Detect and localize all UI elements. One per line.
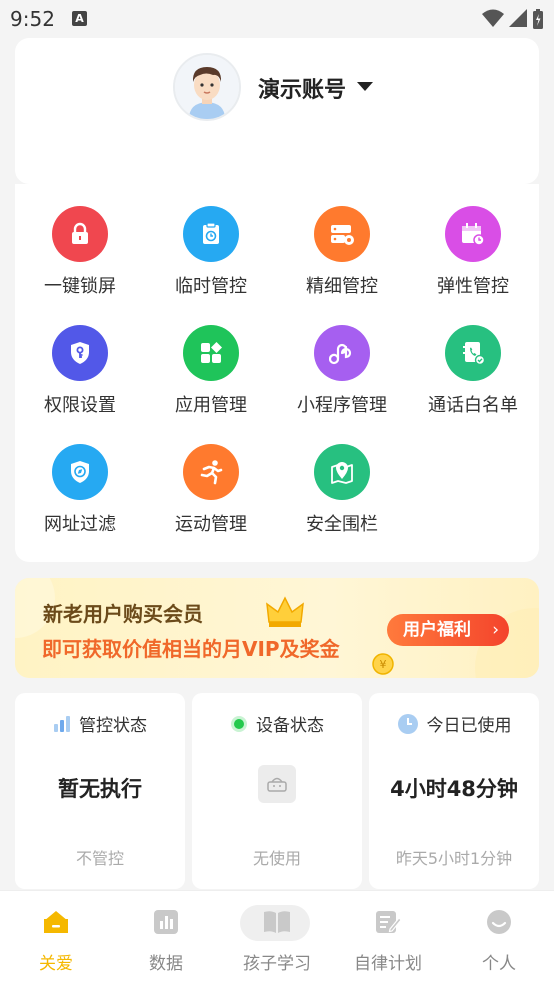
banner-title: 新老用户购买会员 [43,602,203,626]
control-status-card[interactable]: 管控状态 暂无执行 不管控 [15,693,185,889]
map-pin-icon [314,444,370,500]
status-time: 9:52 [10,7,55,31]
coin-icon: ¥ [372,653,394,675]
notification-icon: A [72,11,87,26]
stat-value: 暂无执行 [58,777,142,801]
smile-icon [483,907,515,937]
bottom-tab-bar: 关爱 数据 孩子学习 自律计划 个人 [0,890,554,984]
stat-sub: 无使用 [252,849,301,868]
tab-care[interactable]: 关爱 [1,891,111,984]
shield-compass-icon [52,444,108,500]
feature-label: 精细管控 [306,276,378,297]
feature-lock-screen[interactable]: 一键锁屏 [15,206,145,298]
home-icon [40,907,72,937]
feature-label: 权限设置 [44,395,116,416]
banner-subtitle: 即可获取价值相当的月VIP及奖金 [42,637,340,661]
device-status-card[interactable]: 设备状态 无使用 [192,693,362,889]
feature-label: 弹性管控 [437,276,509,297]
plan-edit-icon [372,907,404,937]
feature-label: 运动管理 [175,514,247,535]
features-card: 一键锁屏 临时管控 精细管控 弹性管控 权限设置 应用管理 小程序管理 通话白名… [15,184,539,562]
feature-exercise-management[interactable]: 运动管理 [146,444,276,536]
usage-today-card[interactable]: 今日已使用 4小时48分钟 昨天5小时1分钟 [369,693,539,889]
bar-chart-icon [54,715,70,732]
clipboard-clock-icon [183,206,239,262]
clock-icon [397,713,418,734]
feature-label: 临时管控 [175,276,247,297]
child-avatar-icon [175,55,239,119]
running-person-icon [183,444,239,500]
contact-book-icon [445,325,501,381]
shield-key-icon [52,325,108,381]
feature-flexible-control[interactable]: 弹性管控 [408,206,538,298]
tab-label: 自律计划 [354,954,422,974]
tab-label: 数据 [149,954,183,974]
status-icons [482,8,544,30]
tab-label: 个人 [482,954,516,974]
server-settings-icon [314,206,370,262]
battery-icon [533,9,543,29]
tab-label: 关爱 [39,954,73,974]
feature-app-management[interactable]: 应用管理 [146,325,276,417]
status-bar: 9:52 A [0,0,554,38]
tab-personal[interactable]: 个人 [444,891,554,984]
feature-temporary-control[interactable]: 临时管控 [146,206,276,298]
calendar-clock-icon [445,206,501,262]
feature-permission-settings[interactable]: 权限设置 [15,325,145,417]
feature-url-filter[interactable]: 网址过滤 [15,444,145,536]
avatar[interactable] [173,53,241,121]
banner-button-label: 用户福利 [403,620,471,640]
feature-label: 通话白名单 [428,395,518,416]
profile-card: 演示账号 [15,38,539,184]
stat-value: 4小时48分钟 [390,777,518,801]
account-name[interactable]: 演示账号 [258,72,346,104]
tab-self-discipline-plan[interactable]: 自律计划 [333,891,443,984]
tab-child-learning[interactable]: 孩子学习 [222,891,332,984]
account-dropdown-icon[interactable] [357,82,373,91]
feature-mini-program-management[interactable]: 小程序管理 [277,325,407,417]
feature-label: 网址过滤 [44,514,116,535]
feature-label: 安全围栏 [306,514,378,535]
feature-fine-control[interactable]: 精细管控 [277,206,407,298]
feature-label: 一键锁屏 [44,276,116,297]
tab-data[interactable]: 数据 [111,891,221,984]
stat-sub: 不管控 [75,849,124,868]
membership-banner[interactable]: 新老用户购买会员 即可获取价值相当的月VIP及奖金 ¥ 用户福利 › [15,578,539,678]
crown-icon [266,596,304,627]
feature-label: 小程序管理 [297,395,387,416]
feature-label: 应用管理 [175,395,247,416]
stat-title: 管控状态 [79,716,147,736]
wifi-icon [482,9,504,27]
device-idle-icon [258,765,296,803]
stat-title: 设备状态 [256,716,324,736]
svg-text:¥: ¥ [380,658,387,671]
stat-title: 今日已使用 [426,716,512,736]
chevron-right-icon: › [492,620,499,640]
app-grid-icon [183,325,239,381]
feature-safety-fence[interactable]: 安全围栏 [277,444,407,536]
status-dot-icon [231,715,247,732]
mini-program-icon [314,325,370,381]
tab-label: 孩子学习 [243,954,311,974]
feature-call-whitelist[interactable]: 通话白名单 [408,325,538,417]
book-icon [261,907,293,937]
user-benefits-button[interactable]: 用户福利 › [387,614,509,646]
bar-chart-icon [150,907,182,937]
signal-icon [509,9,527,27]
lock-icon [52,206,108,262]
stat-sub: 昨天5小时1分钟 [395,849,513,868]
